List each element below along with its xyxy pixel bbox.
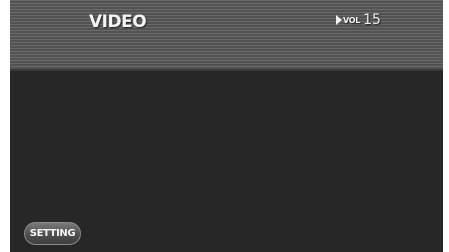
header-bar: VIDEO VOL 15 [10,0,443,71]
volume-label: VOL [343,15,361,25]
volume-indicator: VOL 15 [336,12,381,28]
video-screen: VIDEO VOL 15 [10,0,443,252]
setting-button[interactable]: SETTING [24,222,81,245]
speaker-triangle-icon [336,15,342,25]
screen-title: VIDEO [89,12,147,32]
volume-value: 15 [363,12,381,28]
